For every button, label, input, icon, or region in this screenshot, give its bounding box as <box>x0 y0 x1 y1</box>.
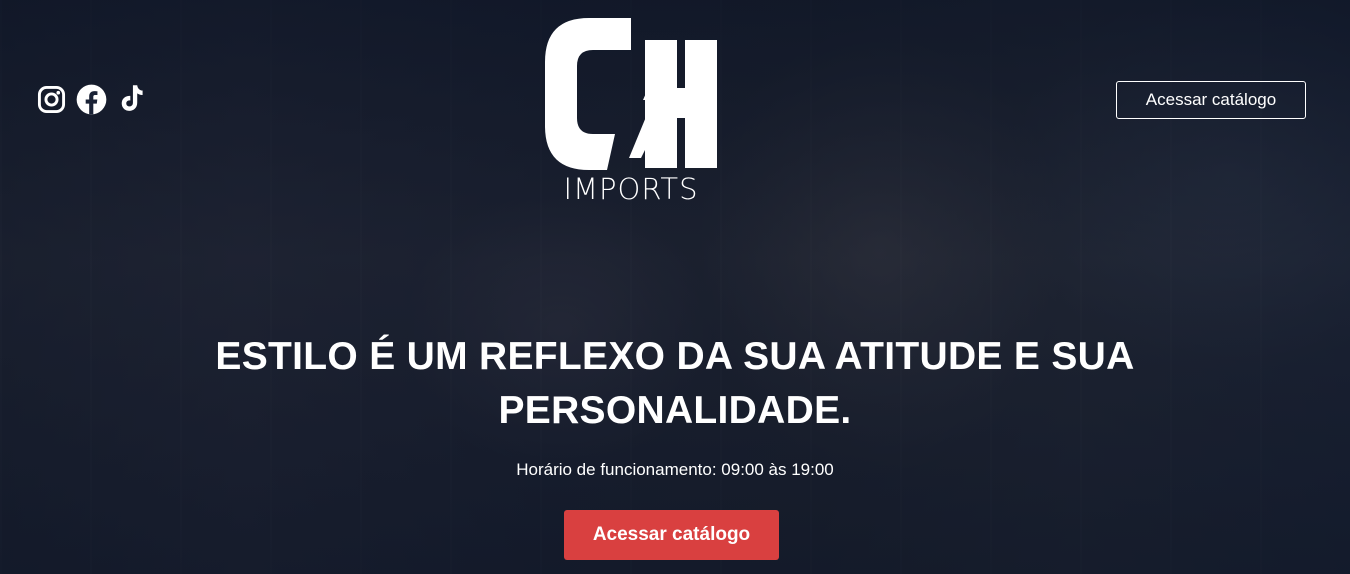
header-catalog-button[interactable]: Acessar catálogo <box>1116 81 1306 119</box>
hero-section: IMPORTS Acessar catálogo ESTILO É UM REF… <box>0 0 1350 574</box>
instagram-icon[interactable] <box>36 84 67 115</box>
tiktok-icon[interactable] <box>116 84 147 115</box>
opening-hours: Horário de funcionamento: 09:00 às 19:00 <box>516 460 834 479</box>
facebook-icon[interactable] <box>76 84 107 115</box>
ch-logo-mark <box>545 18 717 170</box>
cta-catalog-button[interactable]: Acessar catálogo <box>564 510 779 560</box>
social-links <box>36 84 147 115</box>
brand-logo[interactable]: IMPORTS <box>545 10 717 210</box>
hero-headline: ESTILO É UM REFLEXO DA SUA ATITUDE E SUA… <box>215 335 1135 432</box>
logo-subtitle: IMPORTS <box>563 172 699 206</box>
